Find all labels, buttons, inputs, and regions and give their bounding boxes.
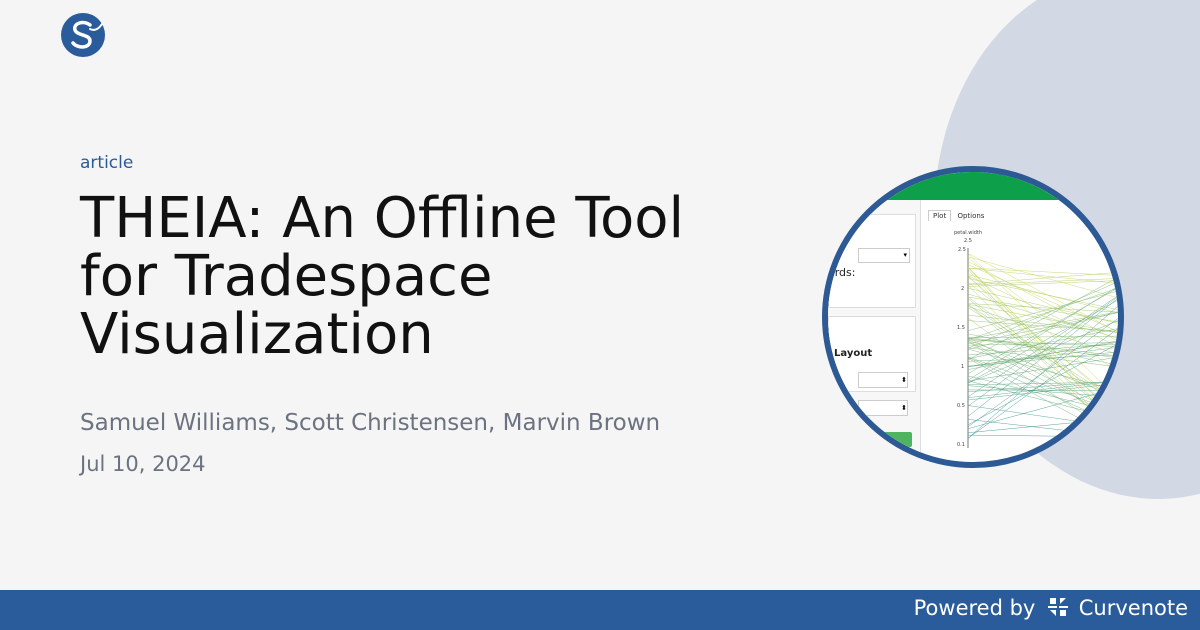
plot-line — [967, 305, 1118, 439]
plot-line — [967, 356, 1118, 413]
axis-title: petal.width — [954, 230, 982, 236]
footer-bar: Powered by Curvenote — [0, 590, 1200, 630]
plot-line — [967, 335, 1118, 338]
plot-line — [967, 405, 1118, 428]
plot-line — [967, 387, 1118, 429]
plot-line — [967, 256, 1118, 299]
author-list: Samuel Williams, Scott Christensen, Marv… — [80, 410, 661, 436]
article-thumbnail: ▾ ords: Layout ⬍ ⬍ Plot Options petal.wi… — [822, 166, 1124, 468]
plot-line — [967, 272, 1118, 285]
plot-line — [967, 280, 1118, 287]
curvenote-brand: Curvenote — [1078, 596, 1188, 620]
article-kind: article — [80, 153, 134, 173]
plot-line — [967, 285, 1118, 381]
axis-tick-label: 0.5 — [957, 403, 965, 409]
plot-line — [967, 267, 1118, 420]
plot-line — [967, 419, 1118, 437]
axis-tick-label: 1.5 — [957, 325, 965, 331]
plot-line — [967, 418, 1118, 433]
plot-line — [967, 434, 1118, 438]
parallel-coordinates-plot: petal.width 2.5 2.5 2 1.5 1 0.5 0.1 — [954, 230, 1118, 448]
publish-date: Jul 10, 2024 — [80, 452, 206, 476]
axis-top-label: 2.5 — [964, 238, 972, 244]
plot-line — [967, 267, 1118, 284]
plot-lines — [967, 253, 1118, 440]
powered-by[interactable]: Powered by Curvenote — [914, 596, 1188, 620]
axis-tick-label: 2.5 — [958, 247, 966, 253]
axis-tick-label: 1 — [961, 364, 964, 370]
plot-line — [967, 281, 1118, 349]
page-title: THEIA: An Offline Tool for Tradespace Vi… — [80, 186, 685, 367]
axis-ticks: 2.5 2 1.5 1 0.5 0.1 — [957, 247, 966, 448]
axis-tick-label: 0.1 — [957, 442, 965, 448]
plot-line — [967, 303, 1118, 333]
curvenote-logo-icon — [1048, 598, 1069, 616]
axis-tick-label: 2 — [961, 286, 964, 292]
powered-by-label: Powered by — [913, 596, 1036, 620]
scipy-logo-icon[interactable] — [60, 12, 106, 58]
plot-line — [967, 347, 1118, 367]
plot-line — [967, 385, 1118, 398]
